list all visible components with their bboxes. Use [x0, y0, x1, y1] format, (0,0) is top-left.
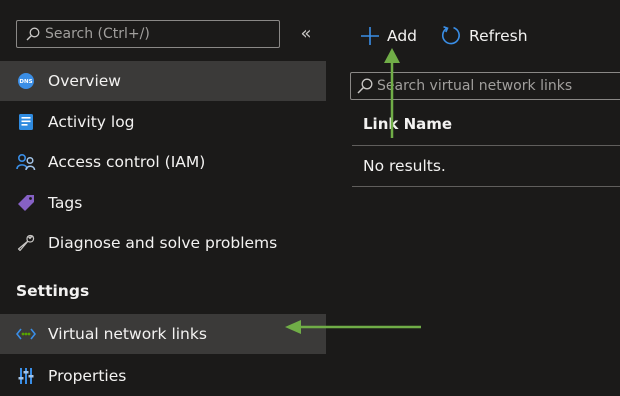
table-row-divider [352, 186, 620, 187]
dns-icon: DNS [16, 71, 36, 91]
link-name-column-header[interactable]: Link Name [363, 115, 452, 133]
tag-icon [16, 193, 36, 213]
sidebar-item-label: Tags [48, 194, 83, 212]
sidebar-item-virtual-network-links[interactable]: Virtual network links [0, 314, 326, 354]
refresh-button[interactable]: Refresh [440, 22, 528, 50]
refresh-icon [441, 26, 460, 45]
add-button[interactable]: Add [360, 22, 417, 50]
activity-log-icon [16, 112, 36, 132]
sidebar-search-input[interactable] [40, 21, 279, 47]
virtual-network-links-search-input[interactable] [373, 73, 620, 99]
wrench-icon [16, 233, 36, 253]
sidebar-item-properties[interactable]: Properties [0, 356, 326, 396]
refresh-button-label: Refresh [469, 27, 528, 45]
search-icon [26, 27, 40, 41]
table-header-divider [352, 145, 620, 146]
sidebar-item-label: Virtual network links [48, 325, 207, 343]
sidebar-item-diagnose[interactable]: Diagnose and solve problems [0, 223, 326, 263]
virtual-network-links-search-box[interactable] [350, 72, 620, 100]
add-button-label: Add [387, 27, 418, 45]
sidebar-item-access-control[interactable]: Access control (IAM) [0, 142, 326, 182]
search-icon [357, 78, 373, 94]
sidebar: « DNS Overview Activity log [0, 0, 326, 392]
sidebar-search-box[interactable] [16, 20, 280, 48]
properties-icon [16, 366, 36, 386]
settings-section-label: Settings [16, 282, 90, 300]
sidebar-item-label: Access control (IAM) [48, 153, 206, 171]
sidebar-item-activity-log[interactable]: Activity log [0, 102, 326, 142]
people-icon [16, 152, 36, 172]
virtual-network-icon [16, 324, 36, 344]
sidebar-item-label: Properties [48, 367, 127, 385]
sidebar-item-tags[interactable]: Tags [0, 183, 326, 223]
collapse-sidebar-button[interactable]: « [296, 23, 316, 45]
sidebar-item-label: Diagnose and solve problems [48, 234, 278, 252]
plus-icon [361, 27, 379, 45]
sidebar-item-label: Activity log [48, 113, 135, 131]
svg-text:DNS: DNS [19, 79, 32, 85]
sidebar-item-overview[interactable]: DNS Overview [0, 61, 326, 101]
sidebar-item-label: Overview [48, 72, 121, 90]
empty-results-text: No results. [363, 157, 446, 175]
